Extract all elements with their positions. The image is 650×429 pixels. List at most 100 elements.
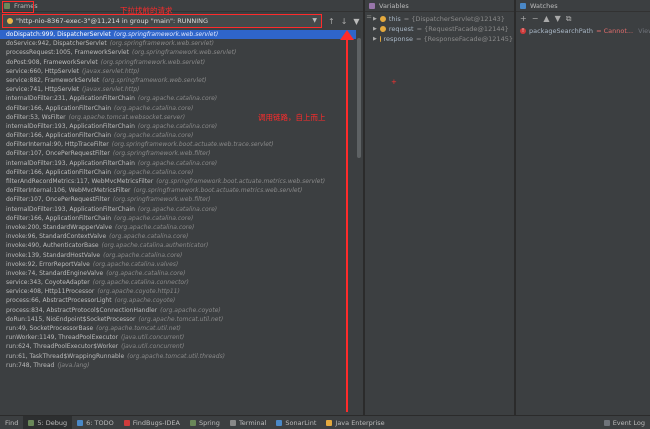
frame-row[interactable]: doFilterInternal:90, HttpTraceFilter (org… [0, 140, 356, 149]
frame-package: (org.springframework.web.servlet) [100, 58, 206, 66]
frame-row[interactable]: process:834, AbstractProtocol$Connection… [0, 306, 356, 315]
frame-package: (org.apache.catalina.connector) [92, 279, 189, 287]
move-up-icon[interactable]: ▲ [543, 14, 549, 24]
bottom-tab-label: 6: TODO [86, 418, 114, 427]
expand-icon[interactable]: ▶ [373, 14, 377, 24]
variable-row[interactable]: ▶ this = {DispatcherServlet@12143} [373, 14, 513, 24]
arrow-up-icon[interactable]: ↑ [328, 17, 335, 26]
frame-row[interactable]: run:61, TaskThread$WrappingRunnable (org.… [0, 352, 356, 361]
bottom-tab[interactable]: Java Enterprise [321, 416, 389, 429]
remove-icon[interactable]: − [532, 14, 539, 24]
frame-method: run:61, TaskThread$WrappingRunnable [6, 352, 125, 360]
scrollbar-thumb[interactable] [357, 38, 361, 158]
bottom-tab[interactable]: FindBugs-IDEA [119, 416, 185, 429]
frame-row[interactable]: invoke:92, ErrorReportValve (org.apache.c… [0, 260, 356, 269]
bottom-tab[interactable]: Spring [185, 416, 225, 429]
add-icon[interactable]: + [520, 14, 527, 24]
frame-method: process:834, AbstractProtocol$Connection… [6, 306, 158, 314]
frame-row[interactable]: processRequest:1005, FrameworkServlet (or… [0, 48, 356, 57]
frame-row[interactable]: process:66, AbstractProcessorLight (org.a… [0, 296, 356, 305]
field-icon [379, 16, 386, 22]
frame-package: (org.apache.catalina.core) [114, 168, 194, 176]
watch-item[interactable]: ! packageSearchPath = Cannot... View [520, 27, 650, 35]
bottom-tab-label: FindBugs-IDEA [132, 418, 180, 427]
frame-package: (org.apache.catalina.core) [137, 122, 218, 130]
frame-row[interactable]: internalDoFilter:193, ApplicationFilterC… [0, 122, 356, 131]
evaluate-icon[interactable]: = [366, 13, 372, 21]
frame-row[interactable]: invoke:96, StandardContextValve (org.apac… [0, 232, 356, 241]
frame-row[interactable]: doFilter:166, ApplicationFilterChain (org… [0, 214, 356, 223]
move-down-icon[interactable]: ▼ [555, 14, 561, 24]
frame-method: doFilter:166, ApplicationFilterChain [6, 104, 112, 112]
frame-package: (org.springframework.web.servlet) [131, 49, 237, 57]
watches-title[interactable]: Watches [530, 2, 558, 10]
frame-package: (org.springframework.web.servlet) [102, 76, 207, 84]
variable-row[interactable]: ▶ response = {ResponseFacade@12145} [373, 34, 513, 44]
frame-row[interactable]: doFilter:107, OncePerRequestFilter (org.s… [0, 195, 356, 204]
frame-method: doDispatch:999, DispatcherServlet [6, 31, 111, 38]
bottom-tab[interactable]: SonarLint [271, 416, 321, 429]
frame-row[interactable]: service:408, Http11Processor (org.apache.… [0, 287, 356, 296]
frame-row[interactable]: internalDoFilter:193, ApplicationFilterC… [0, 205, 356, 214]
variables-panel: Variables = ▶ this = {DispatcherServlet@12… [365, 0, 515, 415]
frame-row[interactable]: service:882, FrameworkServlet (org.spring… [0, 76, 356, 85]
expand-icon[interactable]: ▶ [373, 24, 377, 34]
frame-row[interactable]: doFilter:107, OncePerRequestFilter (org.s… [0, 149, 356, 158]
tool-window-icon [28, 419, 35, 426]
frame-package: (org.apache.catalina.core) [109, 233, 189, 241]
bottom-tab[interactable]: 5: Debug [23, 415, 73, 429]
frame-row[interactable]: runWorker:1149, ThreadPoolExecutor (java.… [0, 333, 356, 342]
frame-method: runWorker:1149, ThreadPoolExecutor [6, 334, 119, 342]
frame-row[interactable]: doFilterInternal:106, WebMvcMetricsFilte… [0, 186, 356, 195]
frame-row[interactable]: run:748, Thread (java.lang) [0, 361, 356, 370]
frame-method: internalDoFilter:193, ApplicationFilterC… [6, 159, 135, 167]
bottom-tab-label: 5: Debug [37, 418, 68, 427]
expand-icon[interactable]: ▶ [373, 34, 377, 44]
frame-row[interactable]: invoke:200, StandardWrapperValve (org.apa… [0, 223, 356, 232]
frame-row[interactable]: service:660, HttpServlet (javax.servlet.h… [0, 67, 356, 76]
frame-method: doFilter:107, OncePerRequestFilter [6, 150, 110, 158]
frame-package: (org.apache.tomcat.util.threads) [127, 352, 225, 360]
frame-method: service:741, HttpServlet [6, 86, 80, 94]
chevron-down-icon[interactable]: ▼ [312, 17, 317, 24]
frame-row[interactable]: doService:942, DispatcherServlet (org.spr… [0, 39, 356, 48]
frame-row[interactable]: run:49, SocketProcessorBase (org.apache.t… [0, 324, 356, 333]
frames-toolbar: ↑ ↓ ▼ [328, 17, 360, 26]
arrow-down-icon[interactable]: ↓ [341, 17, 348, 26]
frame-row[interactable]: run:624, ThreadPoolExecutor$Worker (java.… [0, 342, 356, 351]
bottom-tab[interactable]: 6: TODO [72, 416, 119, 429]
tool-window-icon [229, 419, 236, 426]
event-log-tab[interactable]: Event Log [599, 416, 650, 429]
frame-row[interactable]: doFilter:166, ApplicationFilterChain (org… [0, 131, 356, 140]
frame-row[interactable]: doRun:1415, NioEndpoint$SocketProcessor(… [0, 315, 356, 324]
bottom-tab[interactable]: Find [0, 416, 23, 429]
bottom-toolbar: Find 5: Debug 6: TODO FindBugs-IDEA Spring Te… [0, 415, 650, 429]
frames-scrollbar[interactable] [356, 30, 362, 415]
frame-method: process:66, AbstractProcessorLight [6, 297, 112, 305]
thread-selector[interactable]: "http-nio-8367-exec-3"@11,214 in group "… [2, 14, 322, 28]
frame-row[interactable]: invoke:139, StandardHostValve (org.apache… [0, 251, 356, 260]
arrow-shaft [346, 38, 348, 412]
frame-package: (org.apache.catalina.core) [137, 95, 218, 103]
variable-name: response [383, 35, 413, 43]
frame-row[interactable]: service:343, CoyoteAdapter (org.apache.ca… [0, 278, 356, 287]
frame-package: (org.apache.coyote.http11) [97, 288, 180, 296]
frame-row[interactable]: service:741, HttpServlet (javax.servlet.h… [0, 85, 356, 94]
variables-title[interactable]: Variables [379, 2, 409, 10]
frame-row[interactable]: invoke:74, StandardEngineValve (org.apach… [0, 269, 356, 278]
frame-row[interactable]: doFilter:166, ApplicationFilterChain (org… [0, 168, 356, 177]
filter-icon[interactable]: ▼ [353, 17, 359, 26]
copy-icon[interactable]: ⧉ [566, 14, 572, 24]
view-link[interactable]: View [638, 27, 650, 35]
frame-row[interactable]: invoke:490, AuthenticatorBase (org.apache… [0, 241, 356, 250]
frame-row[interactable]: filterAndRecordMetrics:117, WebMvcMetric… [0, 177, 356, 186]
frame-package: (org.apache.catalina.core) [103, 251, 183, 259]
frame-package: (org.springframework.web.filter) [112, 150, 211, 158]
frame-row[interactable]: doDispatch:999, DispatcherServlet (org.sp… [0, 30, 356, 40]
frame-row[interactable]: internalDoFilter:193, ApplicationFilterC… [0, 159, 356, 168]
frame-row[interactable]: doPost:908, FrameworkServlet (org.springf… [0, 58, 356, 67]
bottom-tab[interactable]: Terminal [225, 416, 271, 429]
variable-row[interactable]: ▶ request = {RequestFacade@12144} [373, 24, 513, 34]
tool-window-icon [123, 419, 130, 426]
frame-row[interactable]: internalDoFilter:231, ApplicationFilterC… [0, 94, 356, 103]
